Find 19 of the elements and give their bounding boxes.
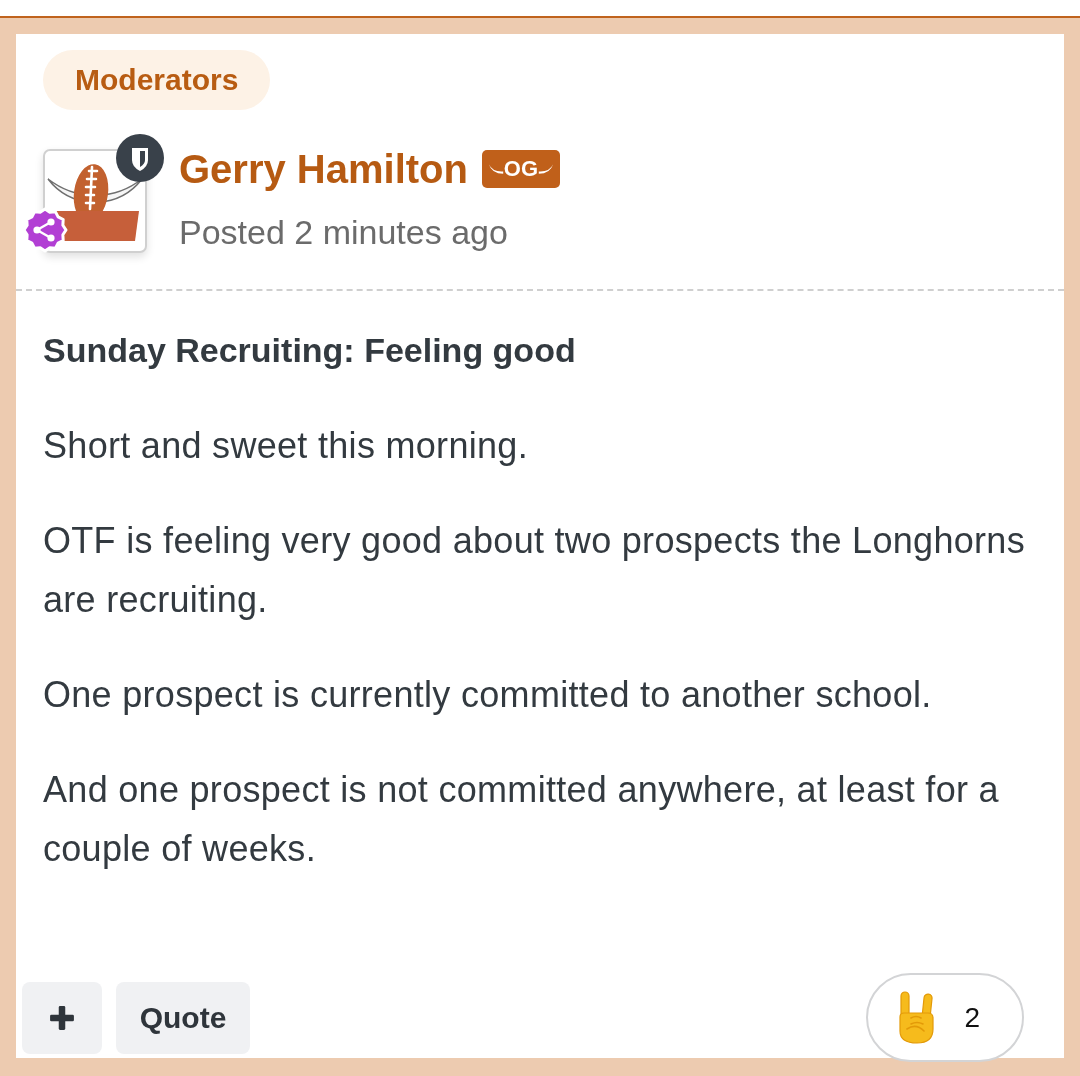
author-name-link[interactable]: Gerry Hamilton [179, 149, 468, 189]
post-paragraph: And one prospect is not committed anywhere, at least for a couple of weeks. [43, 768, 1000, 871]
horn-icon [538, 163, 555, 175]
post-time: Posted 2 minutes ago [179, 212, 509, 253]
shield-icon [116, 134, 164, 182]
quote-button[interactable]: Quote [116, 982, 250, 1054]
reaction-count: 2 [964, 1001, 980, 1034]
post-paragraph: Short and sweet this morning. [43, 424, 529, 468]
share-badge-icon [22, 207, 68, 253]
avatar[interactable] [22, 134, 164, 253]
horn-icon [487, 163, 504, 175]
group-label: Moderators [43, 50, 271, 110]
rank-badge-text: OG [503, 157, 539, 181]
reaction-button[interactable]: 2 [866, 973, 1024, 1062]
post-paragraph: OTF is feeling very good about two prospects the Longhorns are recruiting. [43, 519, 1026, 622]
post-paragraph: One prospect is currently committed to another school. [43, 673, 933, 717]
post-title: Sunday Recruiting: Feeling good [43, 330, 577, 371]
plus-icon [49, 1005, 75, 1031]
add-button[interactable] [22, 982, 102, 1054]
